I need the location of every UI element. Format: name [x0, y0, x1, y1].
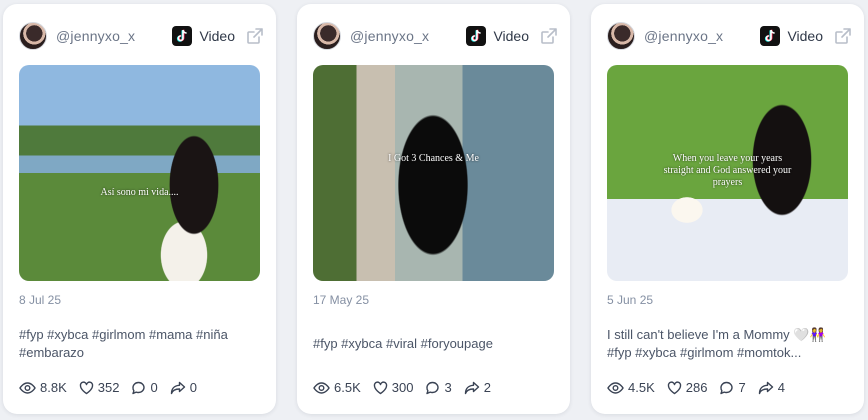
username[interactable]: @jennyxo_x — [350, 28, 466, 44]
views-stat: 4.5K — [607, 380, 655, 395]
avatar[interactable] — [19, 22, 47, 50]
overlay-line: prayers — [712, 177, 743, 188]
caption-line: #fyp #xybca #viral #foryoupage — [313, 336, 493, 351]
caption-line: #fyp #xybca #girlmom #mama #niña — [19, 327, 228, 342]
share-icon — [170, 381, 185, 394]
heart-icon — [667, 380, 681, 394]
comments-stat: 3 — [425, 380, 452, 395]
tiktok-icon — [172, 26, 193, 46]
caption-line: I still can't believe I'm a Mommy 🤍👭 — [607, 327, 826, 342]
thumbnail-overlay-text: When you leave your years straight and G… — [607, 153, 848, 189]
post-date: 8 Jul 25 — [19, 293, 62, 307]
likes-count: 300 — [391, 380, 414, 395]
eye-icon — [607, 381, 624, 394]
caption-line: #embarazo — [19, 345, 85, 360]
overlay-line: straight and God answered your — [663, 165, 792, 176]
comment-icon — [720, 381, 734, 394]
likes-count: 352 — [97, 380, 120, 395]
video-thumbnail[interactable]: Así sono mi vida.... — [19, 65, 260, 281]
card-header: @jennyxo_x Video — [313, 20, 558, 52]
video-card[interactable]: @jennyxo_x Video When you leave your yea… — [591, 4, 864, 414]
comments-stat: 0 — [131, 380, 158, 395]
external-link-icon[interactable] — [246, 27, 264, 45]
thumbnail-overlay-text: Así sono mi vida.... — [100, 187, 179, 198]
username[interactable]: @jennyxo_x — [644, 28, 760, 44]
views-count: 8.8K — [40, 380, 67, 395]
eye-icon — [313, 381, 330, 394]
caption: #fyp #xybca #viral #foryoupage — [313, 335, 556, 353]
heart-icon — [79, 380, 93, 394]
comments-count: 7 — [738, 380, 746, 395]
shares-count: 2 — [483, 380, 491, 395]
tiktok-icon — [466, 26, 487, 46]
avatar[interactable] — [313, 22, 341, 50]
views-stat: 8.8K — [19, 380, 67, 395]
comments-count: 0 — [150, 380, 158, 395]
stats-row: 6.5K 300 3 2 — [313, 380, 503, 395]
platform-label: Video — [199, 28, 235, 44]
thumbnail-overlay-text: I Got 3 Chances & Me — [388, 153, 479, 164]
card-header: @jennyxo_x Video — [19, 20, 264, 52]
shares-stat: 4 — [758, 380, 785, 395]
share-icon — [464, 381, 479, 394]
post-date: 17 May 25 — [313, 293, 370, 307]
tiktok-icon — [760, 26, 781, 46]
video-card[interactable]: @jennyxo_x Video I Got 3 Chances & Me 17… — [297, 4, 570, 414]
comments-stat: 7 — [719, 380, 746, 395]
heart-icon — [373, 380, 387, 394]
stats-row: 8.8K 352 0 0 — [19, 380, 209, 395]
eye-icon — [19, 381, 36, 394]
likes-stat: 352 — [79, 380, 120, 395]
external-link-icon[interactable] — [834, 27, 852, 45]
views-count: 6.5K — [334, 380, 361, 395]
likes-stat: 300 — [373, 380, 414, 395]
video-thumbnail[interactable]: When you leave your years straight and G… — [607, 65, 848, 281]
comment-icon — [426, 381, 440, 394]
post-date: 5 Jun 25 — [607, 293, 654, 307]
overlay-line: When you leave your years — [672, 153, 783, 164]
card-header: @jennyxo_x Video — [607, 20, 852, 52]
caption: #fyp #xybca #girlmom #mama #niña #embara… — [19, 326, 262, 362]
caption: I still can't believe I'm a Mommy 🤍👭 #fy… — [607, 326, 850, 362]
likes-stat: 286 — [667, 380, 708, 395]
username[interactable]: @jennyxo_x — [56, 28, 172, 44]
share-icon — [758, 381, 773, 394]
shares-count: 0 — [189, 380, 197, 395]
external-link-icon[interactable] — [540, 27, 558, 45]
video-thumbnail[interactable]: I Got 3 Chances & Me — [313, 65, 554, 281]
comment-icon — [132, 381, 146, 394]
stats-row: 4.5K 286 7 4 — [607, 380, 797, 395]
platform-label: Video — [493, 28, 529, 44]
platform-label: Video — [787, 28, 823, 44]
views-count: 4.5K — [628, 380, 655, 395]
likes-count: 286 — [685, 380, 708, 395]
caption-line: #fyp #xybca #girlmom #momtok... — [607, 345, 802, 360]
shares-stat: 0 — [170, 380, 197, 395]
shares-count: 4 — [777, 380, 785, 395]
avatar[interactable] — [607, 22, 635, 50]
video-card[interactable]: @jennyxo_x Video Así sono mi vida.... 8 … — [3, 4, 276, 414]
shares-stat: 2 — [464, 380, 491, 395]
views-stat: 6.5K — [313, 380, 361, 395]
comments-count: 3 — [444, 380, 452, 395]
